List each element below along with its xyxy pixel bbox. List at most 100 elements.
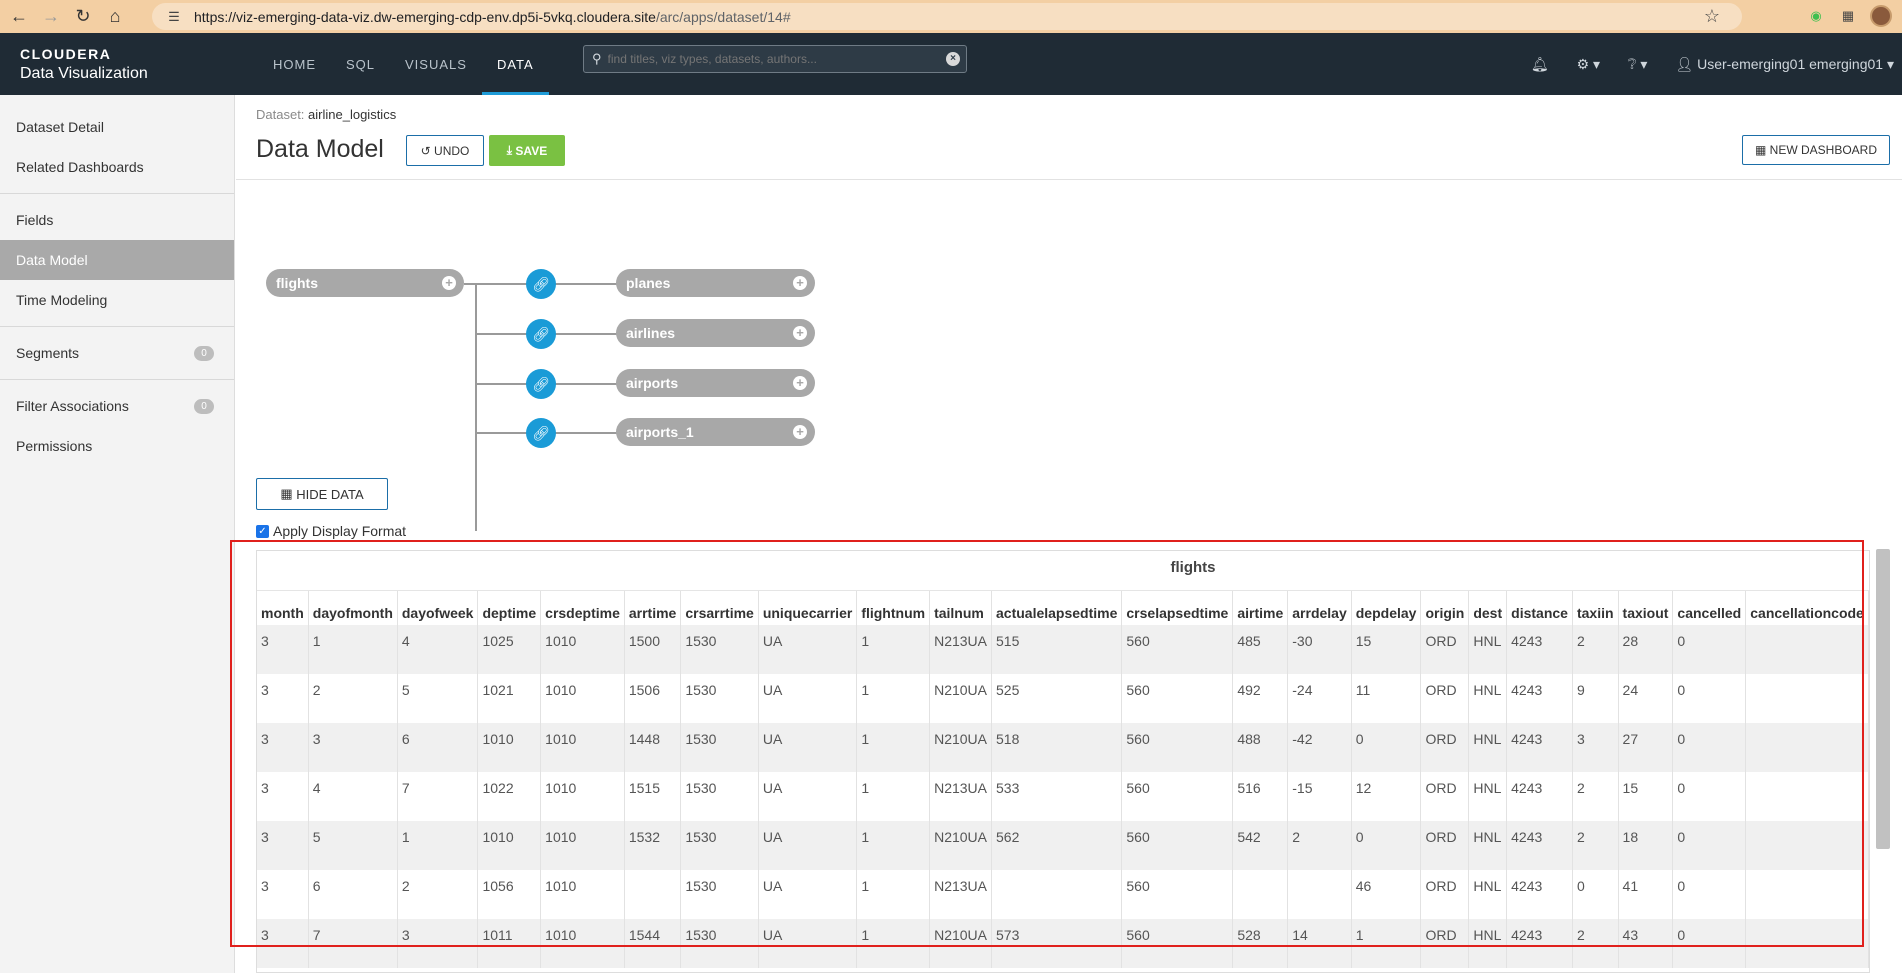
table-node-airports-1[interactable]: airports_1 +: [616, 418, 815, 446]
table-cell: 0: [1868, 919, 1869, 968]
undo-button[interactable]: ↺ UNDO: [406, 135, 484, 166]
nav-visuals[interactable]: VISUALS: [390, 33, 482, 95]
sidebar-item-data-model[interactable]: Data Model: [0, 240, 234, 280]
table-cell: 0: [1868, 723, 1869, 772]
bell-icon[interactable]: 🔔︎: [1531, 56, 1549, 73]
sidebar-item-dataset-detail[interactable]: Dataset Detail: [0, 107, 234, 147]
user-menu[interactable]: 👤︎ User-emerging01 emerging01 ▾: [1675, 56, 1894, 73]
data-preview-table: flights month dayofmonth dayofweek deptime c…: [256, 550, 1870, 973]
column-header[interactable]: crsarrtime: [680, 591, 759, 625]
table-cell: 2: [1572, 919, 1619, 968]
extension-eye-icon[interactable]: ◉: [1806, 6, 1826, 26]
column-header[interactable]: cancellationcode: [1745, 591, 1869, 625]
add-join-icon[interactable]: +: [793, 376, 807, 390]
new-dashboard-button[interactable]: ▦ NEW DASHBOARD: [1742, 135, 1890, 165]
column-header[interactable]: crselapsedtime: [1121, 591, 1234, 625]
checkbox-checked-icon[interactable]: ✓: [256, 524, 269, 538]
table-node-airports[interactable]: airports +: [616, 369, 815, 397]
hide-data-button[interactable]: ▦ HIDE DATA: [256, 478, 388, 510]
join-link-icon[interactable]: 🔗︎: [526, 269, 556, 299]
join-link-icon[interactable]: 🔗︎: [526, 319, 556, 349]
add-join-icon[interactable]: +: [793, 276, 807, 290]
table-node-airlines[interactable]: airlines +: [616, 319, 815, 347]
table-cell: 560: [1121, 821, 1234, 870]
gear-icon[interactable]: ⚙ ▾: [1577, 56, 1600, 73]
count-badge: 0: [194, 346, 214, 361]
table-cell: 1: [856, 772, 931, 821]
sidebar-item-permissions[interactable]: Permissions: [0, 426, 234, 466]
extensions-puzzle-icon[interactable]: ▦: [1838, 6, 1858, 26]
home-icon[interactable]: ⌂: [102, 4, 128, 30]
table-cell: 1: [1868, 870, 1869, 919]
search-input[interactable]: [607, 52, 928, 66]
table-cell: HNL: [1468, 870, 1508, 919]
table-scrollbar[interactable]: [1876, 549, 1890, 849]
table-cell: 43: [1618, 919, 1674, 968]
sidebar-item-related-dashboards[interactable]: Related Dashboards: [0, 147, 234, 187]
sidebar-item-time-modeling[interactable]: Time Modeling: [0, 280, 234, 320]
column-header[interactable]: month: [257, 591, 309, 625]
column-header[interactable]: dest: [1468, 591, 1508, 625]
nav-data[interactable]: DATA: [481, 33, 549, 95]
table-cell: 1010: [540, 919, 625, 968]
join-link-icon[interactable]: 🔗︎: [526, 369, 556, 399]
address-bar[interactable]: ☰ https://viz-emerging-data-viz.dw-emerg…: [152, 3, 1742, 30]
sidebar-item-filter-associations[interactable]: Filter Associations 0: [0, 386, 234, 426]
bookmark-star-icon[interactable]: ☆: [1704, 6, 1720, 27]
search-icon: ⚲: [592, 51, 602, 66]
column-header[interactable]: dayofweek: [397, 591, 479, 625]
sidebar: Dataset Detail Related Dashboards Fields…: [0, 95, 235, 973]
apply-display-format[interactable]: ✓ Apply Display Format: [256, 523, 406, 539]
column-header[interactable]: distance: [1506, 591, 1573, 625]
column-header[interactable]: diverted: [1868, 591, 1869, 625]
back-icon[interactable]: ←: [6, 4, 32, 30]
help-icon[interactable]: ❔︎ ▾: [1628, 56, 1647, 73]
column-header[interactable]: uniquecarrier: [758, 591, 858, 625]
top-nav: HOME SQL VISUALS DATA: [258, 33, 549, 95]
table-cell: 4243: [1506, 772, 1573, 821]
table-cell: N213UA: [929, 772, 992, 821]
clear-search-icon[interactable]: ×: [946, 52, 960, 66]
forward-icon[interactable]: →: [38, 4, 64, 30]
column-header[interactable]: flightnum: [856, 591, 931, 625]
nav-home[interactable]: HOME: [258, 33, 331, 95]
profile-avatar[interactable]: [1870, 5, 1892, 27]
table-cell: ORD: [1420, 674, 1470, 723]
table-cell: UA: [758, 870, 858, 919]
table-cell: 1500: [624, 625, 682, 674]
column-header[interactable]: origin: [1420, 591, 1470, 625]
column-header[interactable]: taxiout: [1618, 591, 1674, 625]
table-cell: 27: [1618, 723, 1674, 772]
table-cell: 2: [308, 674, 398, 723]
reload-icon[interactable]: ↻: [70, 4, 96, 30]
main-content: Dataset: airline_logistics Data Model ↺ …: [236, 95, 1902, 973]
table-node-planes[interactable]: planes +: [616, 269, 815, 297]
column-header[interactable]: arrtime: [624, 591, 682, 625]
sidebar-item-fields[interactable]: Fields: [0, 200, 234, 240]
table-cell: UA: [758, 772, 858, 821]
table-cell: 0: [1672, 723, 1747, 772]
table-cell: 1010: [477, 821, 542, 870]
column-header[interactable]: cancelled: [1672, 591, 1747, 625]
add-join-icon[interactable]: +: [793, 425, 807, 439]
column-header[interactable]: depdelay: [1351, 591, 1422, 625]
dashboard-icon: ▦: [1754, 143, 1767, 157]
table-cell: 560: [1121, 723, 1234, 772]
column-header[interactable]: deptime: [477, 591, 542, 625]
join-link-icon[interactable]: 🔗︎: [526, 418, 556, 448]
column-header[interactable]: tailnum: [929, 591, 992, 625]
sidebar-item-segments[interactable]: Segments 0: [0, 333, 234, 373]
add-join-icon[interactable]: +: [793, 326, 807, 340]
save-button[interactable]: ⤓ SAVE: [489, 135, 565, 166]
table-node-flights[interactable]: flights +: [266, 269, 464, 297]
nav-sql[interactable]: SQL: [331, 33, 390, 95]
site-settings-icon[interactable]: ☰: [162, 7, 186, 27]
add-join-icon[interactable]: +: [442, 276, 456, 290]
column-header[interactable]: airtime: [1232, 591, 1289, 625]
column-header[interactable]: dayofmonth: [308, 591, 398, 625]
column-header[interactable]: taxiin: [1572, 591, 1619, 625]
column-header[interactable]: crsdeptime: [540, 591, 625, 625]
column-header[interactable]: actualelapsedtime: [991, 591, 1123, 625]
table-cell: 3: [257, 772, 309, 821]
column-header[interactable]: arrdelay: [1287, 591, 1352, 625]
